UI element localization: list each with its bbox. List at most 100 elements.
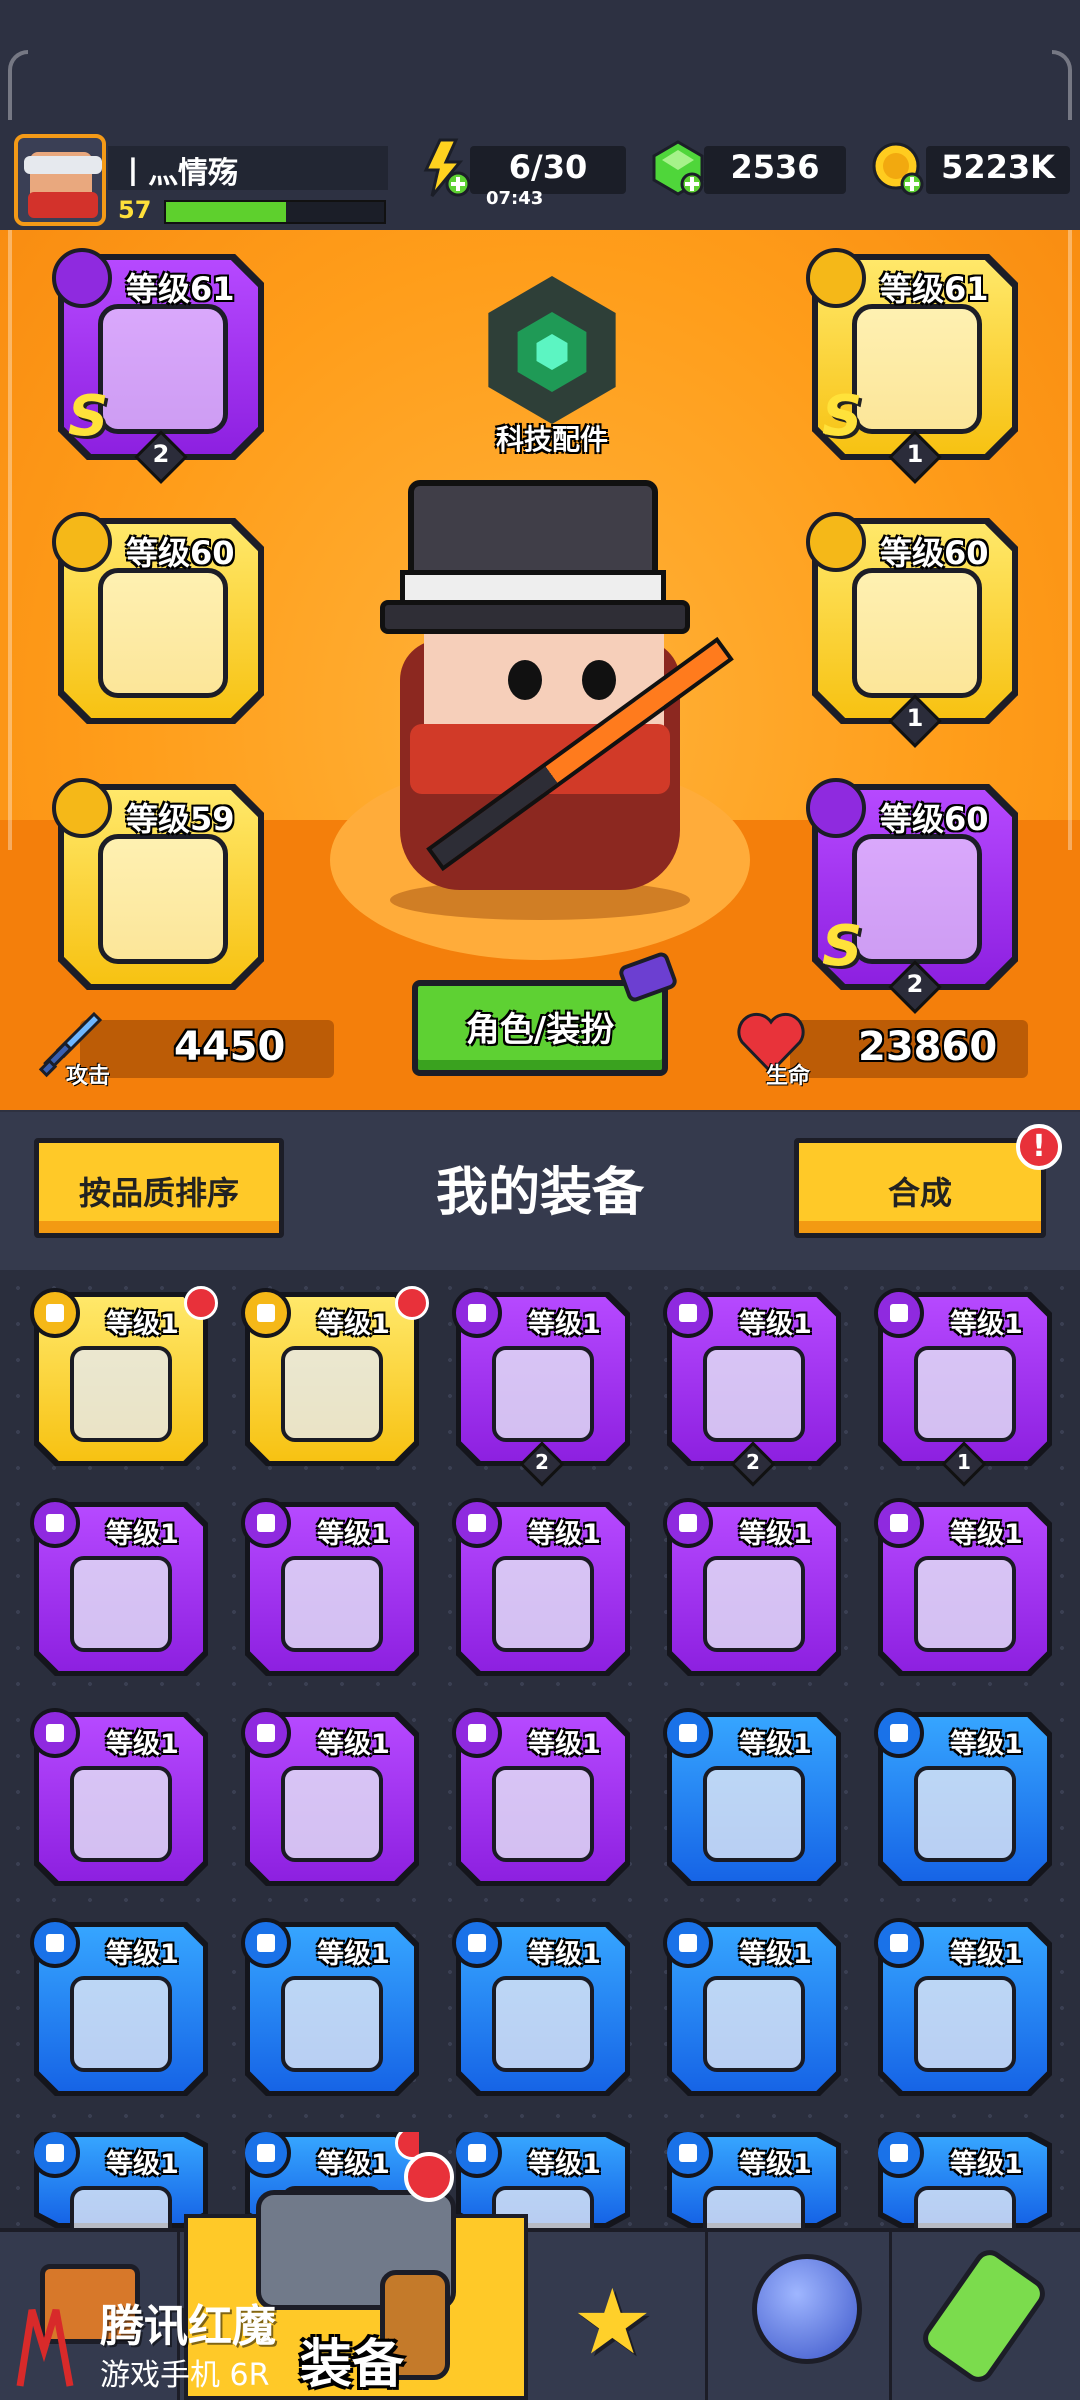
inventory-item[interactable]: 等级1 (30, 1498, 208, 1676)
inventory-item[interactable]: 等级1 (452, 1498, 630, 1676)
kunai-icon (703, 1766, 805, 1862)
item-type-icon (241, 1288, 291, 1338)
energy-icon[interactable] (418, 138, 470, 198)
avatar-headband (24, 156, 102, 174)
inventory-item[interactable]: 等级1 2 (663, 1288, 841, 1487)
rope-belt-icon (914, 1556, 1016, 1652)
inventory-item[interactable]: 等级1 (667, 2132, 841, 2228)
item-type-icon (452, 1918, 502, 1968)
item-level: 等级1 (106, 1519, 179, 1550)
claw-glove-icon (914, 1346, 1016, 1442)
inventory-item[interactable]: 等级1 (874, 1918, 1052, 2096)
armor-icon (852, 304, 982, 434)
item-level: 等级1 (950, 2149, 1023, 2180)
equipped-slot[interactable]: 等级59 (52, 778, 264, 990)
item-level: 等级1 (528, 1939, 601, 1970)
inventory-item[interactable]: 等级1 (34, 2132, 208, 2228)
energy-timer: 07:43 (486, 188, 544, 209)
item-level: 等级1 (106, 1729, 179, 1760)
inventory-item[interactable]: 等级1 (241, 1498, 419, 1676)
player-name: 丨灬情殇 (118, 156, 238, 191)
coin-icon[interactable] (870, 140, 926, 196)
item-level: 等级1 (106, 2149, 179, 2180)
status-area (0, 0, 1080, 120)
item-level: 等级1 (950, 1729, 1023, 1760)
inventory-item[interactable]: 等级1 (30, 1918, 208, 2096)
slot-level: 等级60 (126, 534, 235, 572)
spiked-collar-icon (492, 1346, 594, 1442)
inventory-item[interactable]: 等级1 (874, 1498, 1052, 1676)
slot-type-icon (806, 778, 866, 838)
avatar-scarf (28, 192, 98, 218)
inventory-item[interactable]: 等级1 2 (452, 1288, 630, 1487)
item-level: 等级1 (106, 1309, 179, 1340)
item-level: 等级1 (739, 1519, 812, 1550)
item-type-icon (663, 1498, 713, 1548)
item-type-icon (241, 1708, 291, 1758)
item-level: 等级1 (739, 2149, 812, 2180)
slot-type-icon (52, 778, 112, 838)
equipped-slot[interactable]: 等级61 S 1 (806, 248, 1018, 484)
xp-fill (166, 202, 286, 222)
necklace-icon (98, 568, 228, 698)
shotgun-icon (70, 1976, 172, 2072)
inventory-item[interactable]: 等级1 (878, 2132, 1052, 2228)
equipped-slot[interactable]: 等级60 1 (806, 512, 1018, 748)
item-level: 等级1 (317, 1729, 390, 1760)
item-level: 等级1 (950, 1519, 1023, 1550)
item-level: 等级1 (528, 1519, 601, 1550)
equipped-slot[interactable]: 等级60 (52, 512, 264, 724)
vest-icon (492, 1976, 594, 2072)
star-count: 1 (906, 440, 924, 468)
inventory-item[interactable]: 等级1 (452, 1708, 630, 1886)
slot-level: 等级61 (880, 270, 989, 308)
coin-count: 5223K (941, 148, 1055, 186)
torch-icon (492, 1556, 594, 1652)
boots-icon (281, 1766, 383, 1862)
item-type-icon (452, 1708, 502, 1758)
item-type-icon (874, 1498, 924, 1548)
item-level: 等级1 (950, 1309, 1023, 1340)
item-type-icon (452, 1288, 502, 1338)
craft-alert-badge: ! (1016, 1124, 1062, 1170)
craft-label: 合成 (887, 1174, 952, 1212)
nav-notification-badge (404, 2152, 454, 2202)
item-level: 等级1 (739, 1729, 812, 1760)
watermark-subtitle: 游戏手机 6R (100, 2358, 270, 2393)
inventory-item[interactable]: 等级1 (663, 1708, 841, 1886)
boots-icon (852, 834, 982, 964)
vest-icon (703, 1976, 805, 2072)
hp-value: 23860 (858, 1024, 998, 1070)
boots-icon (281, 1346, 383, 1442)
player-avatar[interactable] (14, 134, 106, 226)
gem-icon[interactable] (650, 140, 706, 196)
boots-icon (492, 1766, 594, 1862)
item-level: 等级1 (106, 1939, 179, 1970)
equipped-slot[interactable]: 等级61 S 2 (52, 248, 264, 484)
equipment-screen: 丨灬情殇 57 6/30 07:43 2536 5223K 等级61 S 2 等级60… (0, 0, 1080, 2400)
equipped-slot[interactable]: 等级60 S 2 (806, 778, 1018, 1014)
inventory-item[interactable]: 等级1 (241, 1918, 419, 2096)
star-count: 2 (746, 1450, 760, 1474)
inventory-item[interactable]: 等级1 (452, 1918, 630, 2096)
nav-equipment-label: 装备 (300, 2335, 405, 2395)
watermark-title: 腾讯红魔 (100, 2301, 276, 2352)
star-count: 2 (535, 1450, 549, 1474)
item-type-icon (30, 1288, 80, 1338)
inventory-item[interactable]: 等级1 1 (874, 1288, 1052, 1487)
inventory-item[interactable]: 等级1 (241, 1286, 429, 1466)
inventory-item[interactable]: 等级1 (663, 1918, 841, 2096)
inventory-item[interactable]: 等级1 (30, 1286, 218, 1466)
inventory-item[interactable]: 等级1 (663, 1498, 841, 1676)
grade-mark: S (68, 384, 109, 449)
gacha-ball-icon (752, 2254, 862, 2364)
revolver-icon (914, 1766, 1016, 1862)
item-type-icon (241, 1498, 291, 1548)
inventory-item[interactable]: 等级1 (30, 1708, 208, 1886)
grade-mark: S (822, 914, 863, 979)
inventory-item[interactable]: 等级1 (241, 1708, 419, 1886)
star-count: 1 (957, 1450, 971, 1474)
tech-accessory-label: 科技配件 (495, 423, 608, 456)
item-level: 等级1 (317, 1939, 390, 1970)
inventory-item[interactable]: 等级1 (874, 1708, 1052, 1886)
